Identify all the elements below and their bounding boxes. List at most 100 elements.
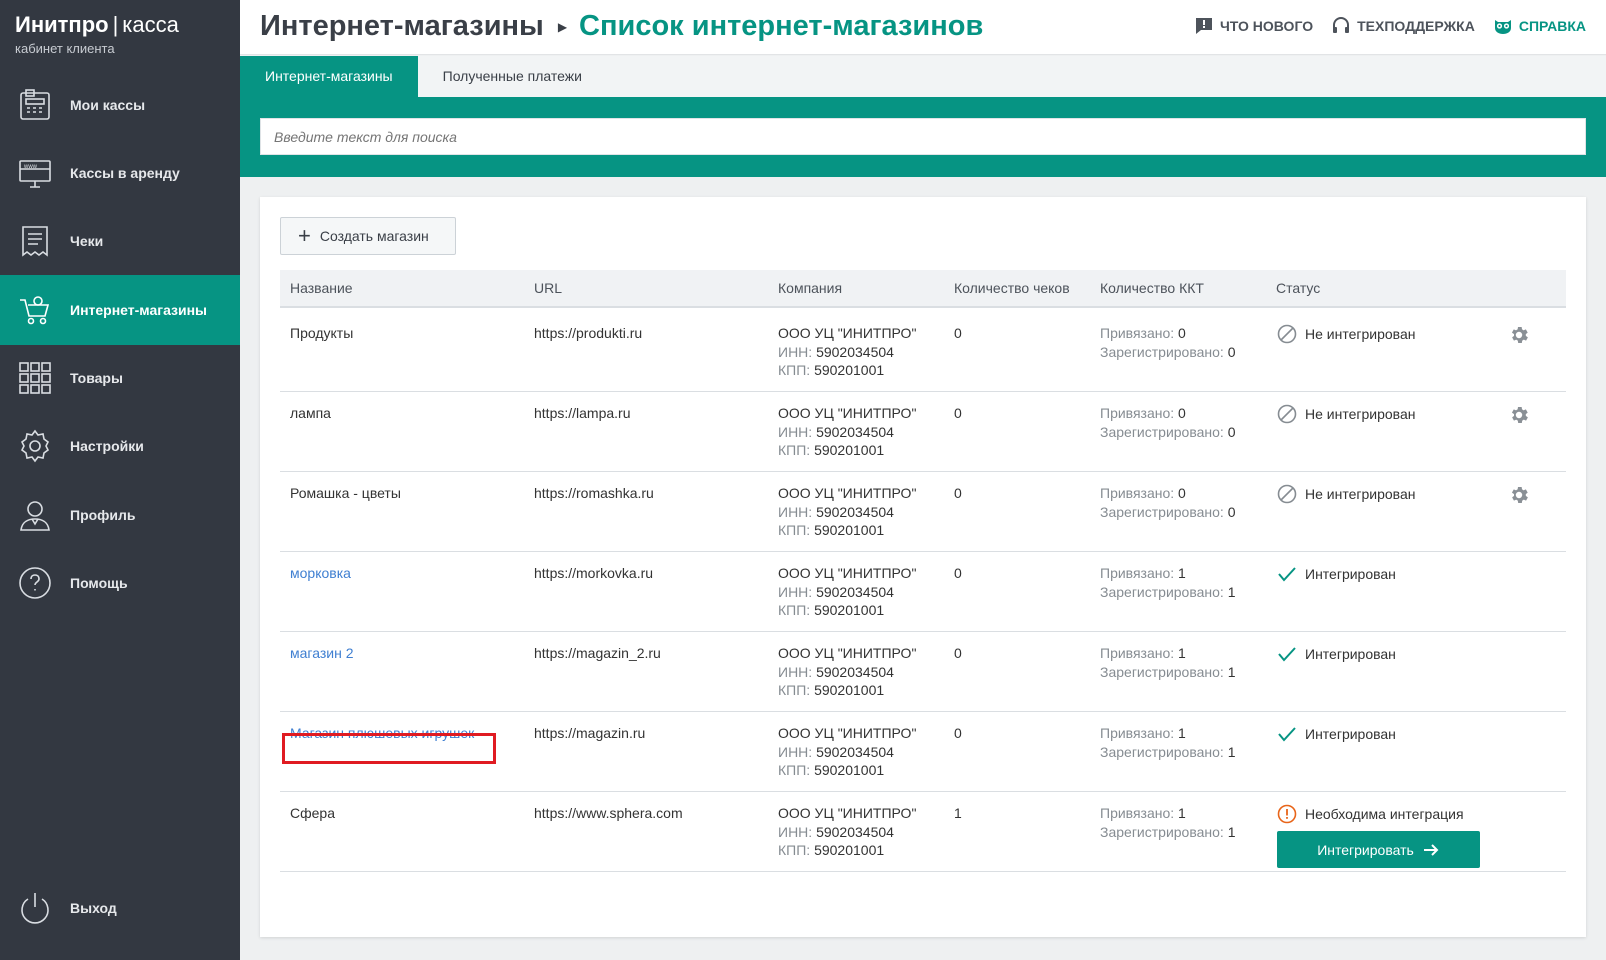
tab-online-stores[interactable]: Интернет-магазины <box>240 56 418 97</box>
store-name: Сфера <box>290 805 335 821</box>
sidebar-item-label: Кассы в аренду <box>70 165 180 181</box>
sidebar-item-rent-registers[interactable]: www Кассы в аренду <box>0 138 240 208</box>
status-cell: Не интегрирован <box>1277 484 1415 504</box>
search-band <box>240 97 1606 177</box>
support-link[interactable]: Техподдержка <box>1331 16 1475 36</box>
table-row: Сфера https://www.sphera.com ООО УЦ "ИНИТП… <box>280 790 1566 872</box>
kkt-registered-label: Зарегистрировано: <box>1100 503 1224 520</box>
create-store-button[interactable]: + Создать магазин <box>280 217 456 255</box>
company-name: ООО УЦ "ИНИТПРО" <box>778 565 917 581</box>
inn-value: 5902034504 <box>816 343 894 360</box>
store-name-link[interactable]: морковка <box>290 565 351 581</box>
brand-logo[interactable]: Инитпро | касса кабинет клиента <box>0 0 240 80</box>
settings-gear-icon[interactable] <box>1508 324 1530 346</box>
whats-new-link[interactable]: Что нового <box>1194 16 1313 36</box>
warning-icon <box>1277 804 1297 824</box>
user-icon <box>17 497 53 533</box>
sidebar-item-settings[interactable]: Настройки <box>0 411 240 481</box>
company-name: ООО УЦ "ИНИТПРО" <box>778 725 917 741</box>
sidebar-item-help[interactable]: Помощь <box>0 548 240 618</box>
page-title: Список интернет-магазинов <box>579 10 984 42</box>
breadcrumb-parent[interactable]: Интернет-магазины <box>260 10 544 43</box>
cash-register-icon <box>17 87 53 123</box>
settings-gear-icon[interactable] <box>1508 404 1530 426</box>
sidebar-item-label: Профиль <box>70 507 136 523</box>
store-name-link[interactable]: магазин 2 <box>290 645 354 661</box>
not-integrated-icon <box>1277 324 1297 344</box>
kkt-registered-label: Зарегистрировано: <box>1100 583 1224 600</box>
kpp-label: КПП: <box>778 442 811 458</box>
store-url: https://magazin.ru <box>534 725 646 741</box>
integrate-label: Интегрировать <box>1317 841 1414 858</box>
support-label: Техподдержка <box>1357 18 1475 34</box>
kkt-bound-value: 0 <box>1178 325 1186 341</box>
kkt-bound-label: Привязано: <box>1100 565 1175 581</box>
settings-gear-icon[interactable] <box>1508 484 1530 506</box>
store-url: https://romashka.ru <box>534 485 654 501</box>
sidebar-item-goods[interactable]: Товары <box>0 343 240 413</box>
kkt-registered-label: Зарегистрировано: <box>1100 423 1224 440</box>
status-cell: Не интегрирован <box>1277 324 1415 344</box>
sidebar-item-label: Товары <box>70 370 123 386</box>
grid-icon <box>17 360 53 396</box>
question-icon <box>17 565 53 601</box>
column-header-receipts[interactable]: Количество чеков <box>954 280 1070 296</box>
kpp-value: 590201001 <box>814 842 885 858</box>
check-icon <box>1278 727 1296 742</box>
kkt-bound-value: 1 <box>1178 805 1186 821</box>
store-name: Ромашка - цветы <box>290 485 401 501</box>
column-header-url[interactable]: URL <box>534 280 562 296</box>
shopping-cart-icon <box>17 292 53 328</box>
tab-received-payments[interactable]: Полученные платежи <box>418 56 607 97</box>
store-url: https://produkti.ru <box>534 325 643 341</box>
help-link[interactable]: Справка <box>1493 16 1586 36</box>
plus-icon: + <box>298 223 311 248</box>
kkt-bound-value: 1 <box>1178 645 1186 661</box>
integrate-button[interactable]: Интегрировать <box>1277 831 1480 868</box>
kkt-registered-value: 0 <box>1227 343 1236 360</box>
whats-new-label: Что нового <box>1219 18 1314 34</box>
kkt-registered-value: 1 <box>1227 823 1236 840</box>
kkt-bound-value: 0 <box>1178 405 1186 421</box>
status-text: Необходима интеграция <box>1305 805 1464 822</box>
inn-value: 5902034504 <box>816 823 894 840</box>
sidebar-item-receipts[interactable]: Чеки <box>0 206 240 276</box>
column-header-name[interactable]: Название <box>290 280 353 296</box>
kkt-registered-label: Зарегистрировано: <box>1100 343 1224 360</box>
breadcrumb: Интернет-магазины ▶ Список интернет-мага… <box>260 10 983 43</box>
kkt-registered-label: Зарегистрировано: <box>1100 663 1224 680</box>
column-header-kkt[interactable]: Количество ККТ <box>1100 280 1204 296</box>
status-text: Интегрирован <box>1305 645 1396 662</box>
sidebar-item-profile[interactable]: Профиль <box>0 480 240 550</box>
sidebar-item-online-stores[interactable]: Интернет-магазины <box>0 275 240 345</box>
inn-label: ИНН: <box>778 663 813 680</box>
search-input[interactable] <box>260 118 1586 155</box>
sidebar-item-label: Настройки <box>70 438 144 454</box>
kkt-registered-value: 1 <box>1227 743 1236 760</box>
table-row: морковка https://morkovka.ru ООО УЦ "ИНИТП… <box>280 550 1566 632</box>
sidebar-item-logout[interactable]: Выход <box>0 873 240 943</box>
column-header-status[interactable]: Статус <box>1276 280 1320 296</box>
kkt-bound-value: 1 <box>1178 565 1186 581</box>
kpp-label: КПП: <box>778 842 811 858</box>
inn-value: 5902034504 <box>816 663 894 680</box>
kkt-info: Привязано: 1 Зарегистрировано: 1 <box>1100 564 1236 601</box>
sidebar-item-label: Чеки <box>70 233 104 249</box>
kkt-bound-label: Привязано: <box>1100 805 1175 821</box>
kpp-label: КПП: <box>778 762 811 778</box>
kkt-registered-value: 1 <box>1227 663 1236 680</box>
column-header-company[interactable]: Компания <box>778 280 842 296</box>
receipts-count: 0 <box>954 405 962 421</box>
arrow-right-icon <box>1423 843 1439 856</box>
status-cell: Интегрирован <box>1277 644 1396 664</box>
tabs: Интернет-магазины Полученные платежи <box>240 56 1606 97</box>
receipt-icon <box>17 223 53 259</box>
header: Интернет-магазины ▶ Список интернет-мага… <box>240 0 1606 55</box>
sidebar-item-my-registers[interactable]: Мои кассы <box>0 70 240 140</box>
sidebar-item-label: Выход <box>70 900 117 916</box>
company-name: ООО УЦ "ИНИТПРО" <box>778 405 917 421</box>
company-info: ООО УЦ "ИНИТПРО" ИНН: 5902034504 КПП: 5902… <box>778 564 916 620</box>
inn-label: ИНН: <box>778 743 813 760</box>
store-name: лампа <box>290 405 331 421</box>
inn-label: ИНН: <box>778 423 813 440</box>
